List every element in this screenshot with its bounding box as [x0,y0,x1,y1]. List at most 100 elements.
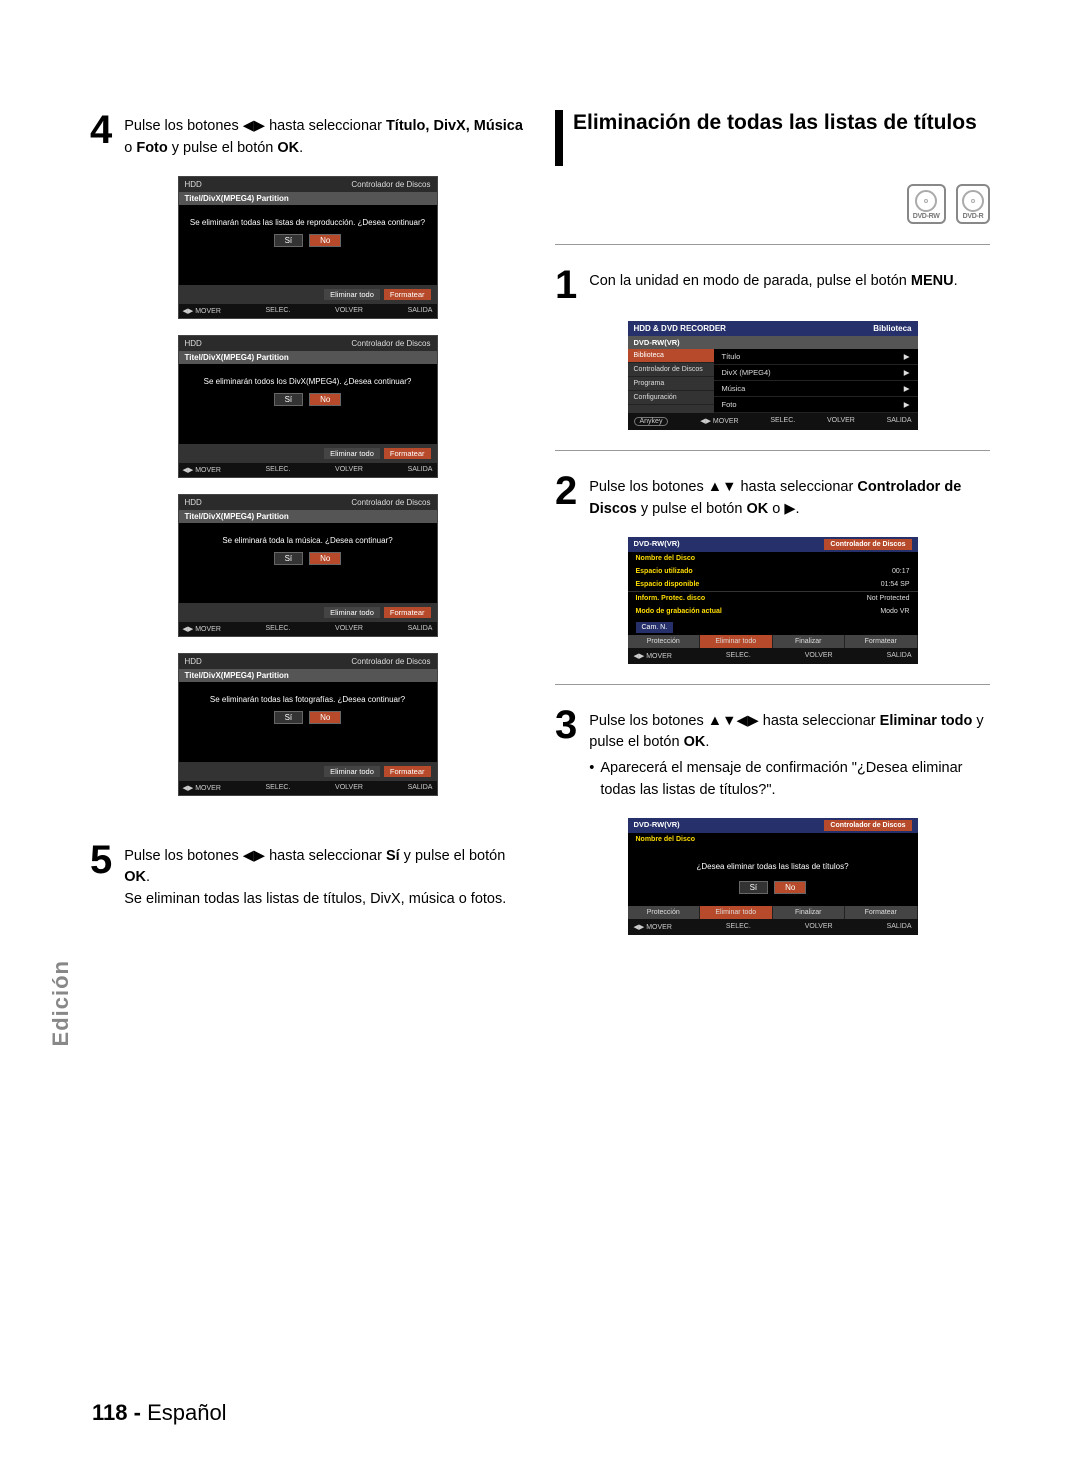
hint: VOLVER [805,923,833,931]
side-item[interactable]: Programa [628,377,714,391]
format-tab[interactable]: Formatear [384,766,431,777]
yes-button[interactable]: Sí [274,234,304,247]
tab-finalizar[interactable]: Finalizar [773,906,846,919]
bullet-text: Aparecerá el mensaje de confirmación "¿D… [600,758,990,802]
bullet-icon: • [589,758,594,802]
label: HDD [185,498,202,507]
no-button[interactable]: No [774,881,806,894]
hint: SALIDA [887,652,912,660]
hint: SELEC. [266,466,291,474]
info-label: Inform. Protec. disco [636,595,706,602]
title-pill: Controlador de Discos [824,820,911,831]
tab-finalizar[interactable]: Finalizar [773,635,846,648]
tab-proteccion[interactable]: Protección [628,906,701,919]
side-item[interactable]: Biblioteca [628,349,714,363]
format-tab[interactable]: Formatear [384,607,431,618]
hint: SELEC. [726,923,751,931]
arrow-icon: ▶ [904,384,910,393]
menu-item[interactable]: Foto [722,400,737,409]
yes-button[interactable]: Sí [274,552,304,565]
label: HDD [185,180,202,189]
hint: ◀▶ MOVER [183,625,221,633]
side-item[interactable]: Configuración [628,391,714,405]
info-value: Modo VR [880,608,909,615]
tab-eliminar-todo[interactable]: Eliminar todo [700,906,773,919]
disc-label: DVD-R [962,213,984,220]
hint: SELEC. [266,625,291,633]
text: . [146,869,150,885]
menu-item[interactable]: Música [722,384,746,393]
tab-eliminar-todo[interactable]: Eliminar todo [700,635,773,648]
hint: VOLVER [335,784,363,792]
step-text: Pulse los botones ◀▶ hasta seleccionar T… [124,110,525,160]
step-number: 3 [555,705,577,745]
step-number: 5 [90,840,112,880]
format-tab[interactable]: Formatear [384,448,431,459]
heading-title: Eliminación de todas las listas de títul… [573,110,977,136]
format-tab[interactable]: Formatear [384,289,431,300]
step-2: 2 Pulse los botones ▲▼ hasta seleccionar… [555,471,990,521]
menu-item[interactable]: DivX (MPEG4) [722,368,771,377]
tab-formatear[interactable]: Formatear [845,906,918,919]
yes-button[interactable]: Sí [274,393,304,406]
hint: ◀▶ MOVER [183,307,221,315]
separator [555,684,990,685]
page-language: Español [147,1400,227,1425]
tab-formatear[interactable]: Formatear [845,635,918,648]
step-text: Con la unidad en modo de parada, pulse e… [589,265,957,293]
no-button[interactable]: No [309,711,341,724]
arrow-icon: ▶ [904,352,910,361]
text: o [124,140,136,156]
step-1: 1 Con la unidad en modo de parada, pulse… [555,265,990,305]
title-pill: Controlador de Discos [824,539,911,550]
text-bold: MENU [911,273,954,289]
text-bold: Foto [136,140,167,156]
step-number: 4 [90,110,112,150]
label: Controlador de Discos [351,657,430,666]
info-label: Espacio disponible [636,581,700,588]
hint: SELEC. [266,307,291,315]
text-bold: Sí [386,848,400,864]
side-item[interactable]: Controlador de Discos [628,363,714,377]
delete-all-tab[interactable]: Eliminar todo [324,766,380,777]
delete-all-tab[interactable]: Eliminar todo [324,448,380,459]
left-column: 4 Pulse los botones ◀▶ hasta seleccionar… [90,110,525,951]
section-tab: Edición [48,960,74,1046]
text-bold: OK [124,869,146,885]
text: y pulse el botón [400,848,506,864]
delete-all-tab[interactable]: Eliminar todo [324,607,380,618]
label: Controlador de Discos [351,180,430,189]
dialog-msg: Se eliminarán todos los DivX(MPEG4). ¿De… [187,376,429,387]
yes-button[interactable]: Sí [739,881,769,894]
yes-button[interactable]: Sí [274,711,304,724]
step-3: 3 Pulse los botones ▲▼◀▶ hasta seleccion… [555,705,990,802]
tab-proteccion[interactable]: Protección [628,635,701,648]
info-value: Not Protected [867,595,910,602]
screenshot-disc-manager: DVD-RW(VR) Controlador de Discos Nombre … [628,537,918,664]
page-number: 118 - [92,1400,141,1425]
hint: SELEC. [770,417,795,426]
text: Se eliminan todas las listas de títulos,… [124,891,506,907]
dialog-msg: ¿Desea eliminar todas las listas de títu… [636,862,910,871]
no-button[interactable]: No [309,393,341,406]
text: . [299,140,303,156]
screenshot-confirm-1: HDD Controlador de Discos Titel/DivX(MPEG… [178,176,438,319]
menu-item[interactable]: Título [722,352,741,361]
anykey-pill: Anykey [634,417,669,426]
text: y pulse el botón [637,501,747,517]
no-button[interactable]: No [309,234,341,247]
hint: SELEC. [266,784,291,792]
hint: SALIDA [887,923,912,931]
screenshot-confirm-titles: DVD-RW(VR) Controlador de Discos Nombre … [628,818,918,935]
text-bold: OK [746,501,768,517]
info-value: 01:54 SP [881,581,910,588]
camn-pill[interactable]: Cam. N. [636,622,674,633]
heading-bar [555,110,563,166]
text-bold: OK [684,734,706,750]
no-button[interactable]: No [309,552,341,565]
hint: SALIDA [408,784,433,792]
step-4: 4 Pulse los botones ◀▶ hasta seleccionar… [90,110,525,160]
partition-band: Titel/DivX(MPEG4) Partition [179,192,437,205]
delete-all-tab[interactable]: Eliminar todo [324,289,380,300]
hint: VOLVER [805,652,833,660]
